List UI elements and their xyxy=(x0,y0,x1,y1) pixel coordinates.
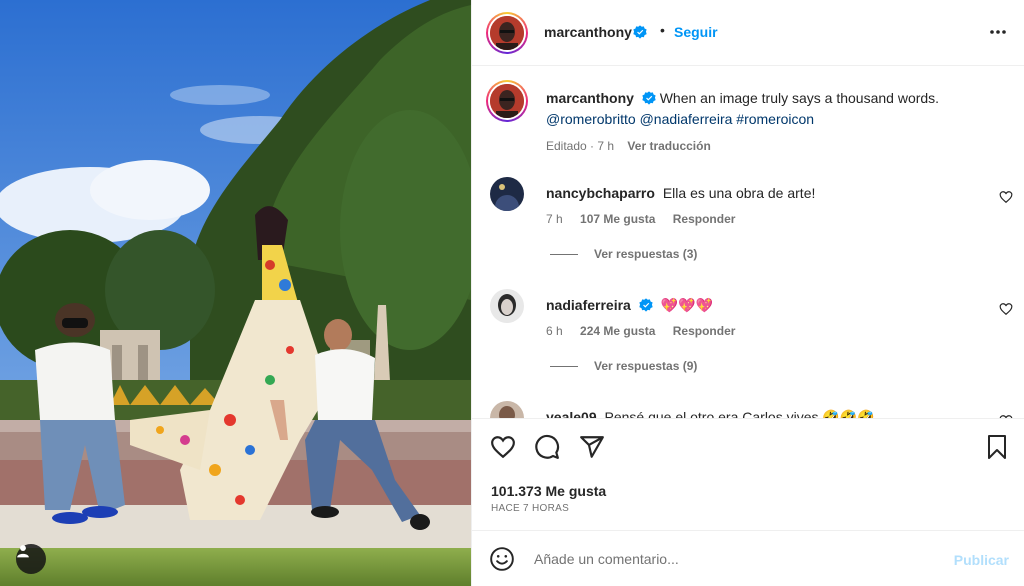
hashtag-link[interactable]: #romeroicon xyxy=(736,111,814,127)
post-panel: marcanthony • Seguir marcanthony When an… xyxy=(471,0,1024,586)
share-button[interactable] xyxy=(579,434,605,465)
comment-input[interactable] xyxy=(534,546,934,572)
heart-icon xyxy=(999,191,1013,204)
more-horizontal-icon xyxy=(990,30,1006,34)
mention-link[interactable]: @romerobritto xyxy=(546,111,636,127)
caption-text: When an image truly says a thousand word… xyxy=(659,90,940,106)
bookmark-icon xyxy=(988,435,1006,459)
commenter-username[interactable]: nancybchaparro xyxy=(546,185,655,201)
comment-text: Ella es una obra de arte! xyxy=(662,185,816,201)
heart-icon xyxy=(999,415,1013,418)
emoji-icon xyxy=(490,547,514,571)
tagged-users-button[interactable] xyxy=(16,544,46,574)
heart-icon xyxy=(491,436,515,459)
comment-likes[interactable]: 107 Me gusta xyxy=(580,212,655,226)
caption-time: 7 h xyxy=(597,139,615,153)
caption-username[interactable]: marcanthony xyxy=(546,90,634,106)
commenter-avatar[interactable] xyxy=(490,401,524,418)
commenter-username[interactable]: nadiaferreira xyxy=(546,297,631,313)
like-button[interactable] xyxy=(490,434,516,465)
publish-button[interactable]: Publicar xyxy=(954,552,1009,568)
comments-list[interactable]: marcanthony When an image truly says a t… xyxy=(472,67,1024,419)
translate-link[interactable]: Ver traducción xyxy=(627,139,710,153)
add-comment-bar: Publicar xyxy=(472,530,1024,586)
save-button[interactable] xyxy=(985,434,1009,465)
author-username[interactable]: marcanthony xyxy=(544,24,632,40)
header-separator: • xyxy=(660,22,665,38)
heart-icon xyxy=(999,303,1013,316)
verified-icon xyxy=(639,298,653,312)
verified-badge xyxy=(629,24,647,42)
post-image xyxy=(0,0,471,586)
commenter-avatar[interactable] xyxy=(490,289,524,323)
caption-author-avatar[interactable] xyxy=(486,80,528,122)
share-icon xyxy=(580,436,604,458)
view-replies-button[interactable]: Ver respuestas (3) xyxy=(550,247,697,261)
comment-likes[interactable]: 224 Me gusta xyxy=(580,324,655,338)
commenter-avatar[interactable] xyxy=(490,177,524,211)
avatar-photo xyxy=(490,84,524,118)
comment-icon xyxy=(535,434,560,459)
comment-like-button[interactable] xyxy=(999,302,1013,321)
reply-button[interactable]: Responder xyxy=(673,324,736,338)
comment-time: 6 h xyxy=(546,324,563,338)
comment-button[interactable] xyxy=(534,434,560,465)
post-header: marcanthony • Seguir xyxy=(472,0,1024,66)
comment-like-button[interactable] xyxy=(999,414,1013,418)
likes-count[interactable]: 101.373 Me gusta xyxy=(491,483,606,499)
comment-text: Pensé que el otro era Carlos vives 🤣🤣🤣 xyxy=(604,409,875,419)
comment-time: 7 h xyxy=(546,212,563,226)
post-time: HACE 7 HORAS xyxy=(491,503,570,514)
author-avatar[interactable] xyxy=(486,12,528,54)
post-actions: 101.373 Me gusta HACE 7 HORAS xyxy=(472,420,1024,530)
commenter-username[interactable]: yeale09 xyxy=(546,409,597,418)
more-options-button[interactable] xyxy=(989,20,1007,49)
emoji-button[interactable] xyxy=(489,546,515,577)
post-photo[interactable] xyxy=(0,0,471,586)
avatar-photo xyxy=(490,16,524,50)
comment-text: 💖💖💖 xyxy=(660,297,713,313)
user-icon xyxy=(17,545,29,558)
verified-icon xyxy=(633,25,647,39)
comment-like-button[interactable] xyxy=(999,190,1013,209)
edited-label: Editado xyxy=(546,139,587,153)
verified-icon xyxy=(642,91,656,105)
follow-button[interactable]: Seguir xyxy=(674,24,718,40)
view-replies-button[interactable]: Ver respuestas (9) xyxy=(550,359,697,373)
mention-link[interactable]: @nadiaferreira xyxy=(640,111,733,127)
reply-button[interactable]: Responder xyxy=(673,212,736,226)
